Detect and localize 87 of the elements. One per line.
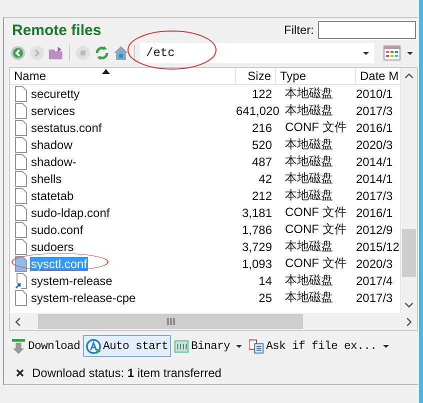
column-header[interactable]: Size	[236, 68, 276, 84]
dropdown-icon[interactable]	[362, 49, 370, 57]
dropdown-icon[interactable]	[235, 342, 244, 350]
file-size: 212	[250, 188, 273, 202]
file-date: 2017/3	[356, 188, 394, 202]
file-date: 2017/3	[356, 290, 394, 304]
file-name: system-release-cpe	[30, 290, 137, 304]
file-date: 2016/1	[356, 120, 394, 134]
filter-field[interactable]	[318, 21, 416, 39]
toolbar-button[interactable]: Ask if file ex...	[246, 335, 393, 357]
file-size: 1,093	[240, 256, 273, 270]
file-type: 本地磁盘	[284, 187, 334, 204]
file-name: statetab	[30, 188, 75, 202]
path-field[interactable]: /etc	[140, 43, 374, 63]
file-name: system-release	[30, 274, 114, 288]
file-size: 3,181	[240, 206, 273, 220]
grip-icon	[166, 318, 174, 325]
file-size: 25	[258, 290, 273, 304]
file-type: 本地磁盘	[284, 85, 334, 102]
file-name: shells	[30, 172, 63, 186]
file-date: 2017/4	[356, 274, 394, 288]
binary-icon	[174, 338, 190, 354]
back-icon[interactable]	[10, 45, 26, 61]
toolbar-button[interactable]: Binary	[171, 335, 246, 357]
file-type: CONF 文件	[284, 221, 348, 238]
file-date: 2015/12	[356, 240, 400, 254]
file-name: sysctl.conf	[30, 256, 88, 270]
view-icon[interactable]	[383, 45, 401, 61]
file-date: 2020/3	[356, 138, 394, 152]
dropdown-icon[interactable]	[382, 342, 390, 350]
file-name: shadow-	[30, 154, 78, 168]
folder-icon[interactable]	[48, 45, 64, 61]
panel-title: Remote files	[12, 22, 102, 38]
column-header[interactable]: Name	[10, 68, 236, 84]
filter-label: Filter:	[284, 23, 314, 37]
file-size: 1,786	[240, 222, 273, 236]
scroll-thumb[interactable]	[38, 314, 303, 329]
refresh-icon[interactable]	[94, 45, 110, 61]
file-date: 2016/1	[356, 206, 394, 220]
file-name: sudo.conf	[30, 222, 84, 236]
file-type: 本地磁盘	[284, 102, 334, 119]
file-name: securetty	[30, 86, 81, 100]
column-header[interactable]: Date M	[356, 68, 400, 84]
file-date: 2020/3	[356, 256, 394, 270]
file-date: 2014/1	[356, 154, 394, 168]
file-type: CONF 文件	[284, 204, 348, 221]
file-date: 2012/9	[356, 222, 394, 236]
file-name: sudoers	[30, 240, 75, 254]
home-icon[interactable]	[113, 45, 129, 61]
file-size: 487	[250, 154, 273, 168]
file-size: 3,729	[240, 240, 273, 254]
file-size: 14	[258, 274, 273, 288]
close-icon[interactable]	[16, 369, 24, 377]
file-size: 122	[250, 86, 273, 100]
toolbar-button[interactable]: Download	[8, 335, 84, 357]
scroll-right-icon[interactable]	[404, 316, 414, 326]
file-date: 2014/1	[356, 172, 394, 186]
file-name: sudo-ldap.conf	[30, 206, 111, 220]
file-name: shadow	[30, 138, 74, 152]
file-type: CONF 文件	[284, 119, 348, 136]
file-type: 本地磁盘	[284, 289, 334, 306]
scroll-thumb[interactable]	[402, 229, 416, 277]
file-type: 本地磁盘	[284, 170, 334, 187]
file-size: 520	[250, 138, 273, 152]
scroll-up-icon[interactable]	[404, 71, 414, 81]
file-name: services	[30, 104, 76, 118]
column-header[interactable]: Type	[276, 68, 356, 84]
scroll-down-icon[interactable]	[404, 300, 414, 310]
status-text: Download status: 1 item transferred	[32, 366, 222, 380]
file-date: 2010/1	[356, 86, 394, 100]
file-type: 本地磁盘	[284, 272, 334, 289]
horizontal-scrollbar[interactable]	[9, 313, 418, 331]
file-size: 216	[250, 120, 273, 134]
vertical-scrollbar[interactable]	[400, 68, 417, 313]
file-date: 2017/3	[356, 104, 394, 118]
auto-start-icon	[86, 338, 102, 354]
file-size: 42	[258, 172, 273, 186]
file-type: 本地磁盘	[284, 153, 334, 170]
dropdown-icon[interactable]	[406, 49, 414, 57]
file-type: 本地磁盘	[284, 136, 334, 153]
file-type: 本地磁盘	[284, 238, 334, 255]
scroll-left-icon[interactable]	[13, 316, 23, 326]
download-icon	[11, 338, 26, 354]
documents-icon	[249, 338, 264, 354]
toolbar-button[interactable]: Auto start	[83, 335, 172, 357]
file-type: CONF 文件	[284, 255, 348, 272]
file-name: sestatus.conf	[30, 120, 103, 134]
